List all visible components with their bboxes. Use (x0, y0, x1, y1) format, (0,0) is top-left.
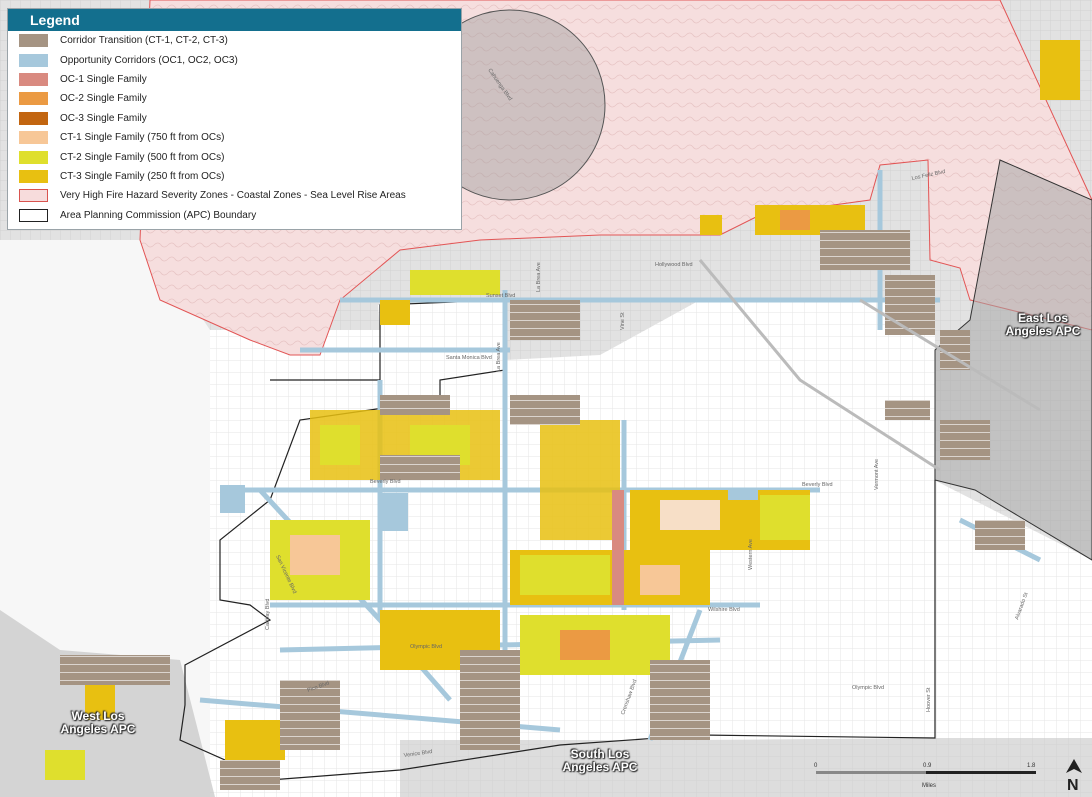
street-label-sunset: Sunset Blvd (486, 293, 515, 299)
legend-ct3-single-family: CT-3 Single Family (250 ft from OCs) (8, 167, 461, 186)
scale-unit: Miles (922, 783, 936, 789)
legend-swatch (19, 189, 48, 203)
north-arrow-icon: N (1066, 759, 1082, 793)
legend-label: CT-2 Single Family (500 ft from OCs) (60, 151, 225, 163)
street-label-la-brea-north: La Brea Ave (536, 262, 542, 292)
street-label-vine: Vine St (620, 312, 626, 330)
legend-swatch (19, 53, 48, 67)
street-label-hoover: Hoover St (926, 687, 932, 712)
street-label-santa-monica: Santa Monica Blvd (446, 355, 492, 361)
scale-tick-mid: 0.9 (923, 763, 932, 769)
apc-label-east: East Los Angeles APC (1005, 311, 1081, 338)
legend-label: CT-3 Single Family (250 ft from OCs) (60, 170, 225, 182)
legend-swatch (19, 92, 48, 106)
legend-swatch (19, 150, 48, 164)
legend-oc2-single-family: OC-2 Single Family (8, 89, 461, 108)
legend-oc1-single-family: OC-1 Single Family (8, 70, 461, 89)
legend-label: Corridor Transition (CT-1, CT-2, CT-3) (60, 35, 228, 47)
scale-bar: 0 0.9 1.8 Miles (814, 763, 1036, 789)
legend-label: Very High Fire Hazard Severity Zones - C… (60, 190, 406, 202)
scale-tick-0: 0 (814, 763, 818, 769)
legend-fire-hazard: Very High Fire Hazard Severity Zones - C… (8, 186, 461, 205)
legend-swatch (19, 34, 48, 48)
street-label-olympic-east: Olympic Blvd (852, 685, 884, 691)
legend-label: OC-1 Single Family (60, 73, 147, 85)
legend-corridor-transition: Corridor Transition (CT-1, CT-2, CT-3) (8, 31, 461, 50)
north-label: N (1067, 777, 1079, 793)
street-label-beverly-west: Beverly Blvd (370, 479, 401, 485)
legend-label: Opportunity Corridors (OC1, OC2, OC3) (60, 54, 238, 66)
oc1-strip (612, 490, 624, 605)
legend-swatch (19, 131, 48, 145)
street-label-beverly-east: Beverly Blvd (802, 482, 833, 488)
scale-tick-max: 1.8 (1027, 763, 1036, 769)
legend-swatch (19, 169, 48, 183)
legend-oc3-single-family: OC-3 Single Family (8, 109, 461, 128)
map-legend: Legend Corridor Transition (CT-1, CT-2, … (7, 8, 462, 230)
legend-label: OC-3 Single Family (60, 112, 147, 124)
street-label-vermont: Vermont Ave (874, 459, 880, 490)
street-label-western: Western Ave (748, 539, 754, 570)
legend-list: Corridor Transition (CT-1, CT-2, CT-3) Op… (8, 31, 461, 225)
legend-swatch (19, 111, 48, 125)
legend-label: Area Planning Commission (APC) Boundary (60, 209, 257, 221)
street-label-carthay: Carthay Blvd (265, 599, 271, 631)
legend-label: CT-1 Single Family (750 ft from OCs) (60, 132, 225, 144)
legend-swatch (19, 72, 48, 86)
legend-label: OC-2 Single Family (60, 93, 147, 105)
legend-ct2-single-family: CT-2 Single Family (500 ft from OCs) (8, 147, 461, 166)
street-label-olympic-west: Olympic Blvd (410, 644, 442, 650)
apc-label-west: West Los Angeles APC (60, 709, 136, 736)
street-label-la-brea-south: La Brea Ave (496, 342, 502, 372)
legend-apc-boundary: Area Planning Commission (APC) Boundary (8, 206, 461, 225)
legend-ct1-single-family: CT-1 Single Family (750 ft from OCs) (8, 128, 461, 147)
apc-label-south: South Los Angeles APC (562, 747, 638, 774)
legend-swatch (19, 208, 48, 222)
street-label-wilshire: Wilshire Blvd (708, 607, 740, 613)
legend-title: Legend (8, 9, 461, 31)
legend-opportunity-corridors: Opportunity Corridors (OC1, OC2, OC3) (8, 50, 461, 69)
street-label-hollywood: Hollywood Blvd (655, 262, 693, 268)
